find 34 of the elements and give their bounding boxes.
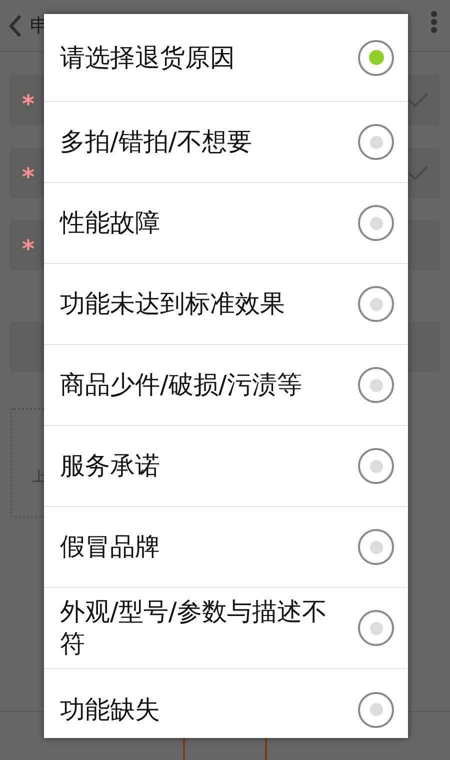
option-row[interactable]: 商品少件/破损/污渍等 [44, 345, 408, 426]
radio-button[interactable] [358, 692, 394, 728]
option-label: 服务承诺 [60, 450, 161, 482]
radio-button[interactable] [358, 40, 394, 76]
back-icon[interactable] [8, 14, 22, 38]
option-row[interactable]: 功能未达到标准效果 [44, 264, 408, 345]
radio-button[interactable] [358, 286, 394, 322]
option-row[interactable]: 外观/型号/参数与描述不符 [44, 588, 408, 669]
option-label: 多拍/错拍/不想要 [60, 126, 253, 158]
radio-button[interactable] [358, 124, 394, 160]
required-mark: * [22, 162, 35, 189]
option-label: 假冒品牌 [60, 531, 161, 563]
option-label: 请选择退货原因 [60, 42, 236, 74]
option-label: 性能故障 [60, 207, 161, 239]
radio-button[interactable] [358, 529, 394, 565]
option-row[interactable]: 假冒品牌 [44, 507, 408, 588]
option-label: 外观/型号/参数与描述不符 [60, 596, 328, 660]
radio-button[interactable] [358, 367, 394, 403]
option-row[interactable]: 功能缺失 [44, 669, 408, 738]
option-label: 功能缺失 [60, 694, 161, 726]
radio-button[interactable] [358, 448, 394, 484]
option-label: 商品少件/破损/污渍等 [60, 369, 303, 401]
option-row[interactable]: 服务承诺 [44, 426, 408, 507]
check-icon [408, 92, 428, 108]
option-row[interactable]: 请选择退货原因 [44, 14, 408, 102]
required-mark: * [22, 234, 35, 261]
required-mark: * [22, 89, 35, 116]
option-label: 功能未达到标准效果 [60, 288, 286, 320]
more-icon[interactable] [430, 10, 438, 34]
option-row[interactable]: 性能故障 [44, 183, 408, 264]
option-row[interactable]: 多拍/错拍/不想要 [44, 102, 408, 183]
radio-button[interactable] [358, 205, 394, 241]
check-icon [408, 165, 428, 181]
radio-button[interactable] [358, 610, 394, 646]
